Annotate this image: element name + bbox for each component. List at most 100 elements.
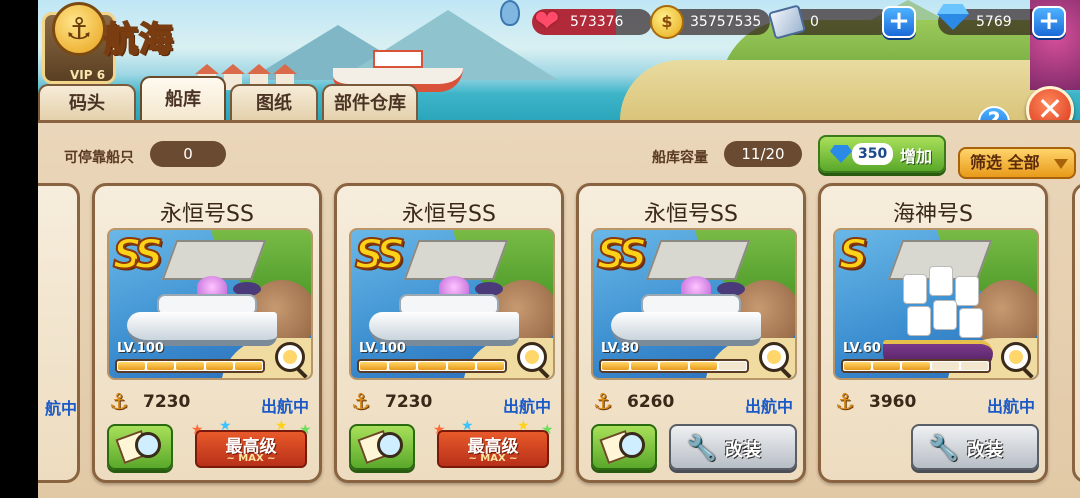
anchor-icon: ⚓ <box>835 390 855 415</box>
level-segment <box>176 362 204 370</box>
expand-label: 增加 <box>900 147 933 166</box>
balloon-icon <box>500 0 520 26</box>
level-segment <box>902 362 930 370</box>
capacity-value: 11/20 <box>724 141 802 167</box>
rank-badge: S <box>838 231 869 279</box>
add-gems-button[interactable]: + <box>1032 6 1066 38</box>
anchor-icon: ⚓ <box>351 390 371 415</box>
yacht-illustration <box>611 276 761 346</box>
ship-level: LV.100 <box>359 341 406 356</box>
filter-dropdown[interactable]: 筛选 全部 <box>958 147 1076 179</box>
ship-status: 出航中 <box>260 397 309 416</box>
ship-image: SS LV.100 <box>107 228 313 380</box>
ship-card-partial-left[interactable]: 航中 <box>38 183 80 483</box>
ship-power: 7230 <box>385 392 433 412</box>
level-segment <box>418 362 446 370</box>
add-tickets-button[interactable]: + <box>882 6 916 38</box>
level-segment <box>602 362 630 370</box>
ship-card[interactable]: 永恒号SS SS LV.80 ⚓ 6260 出航中 🔧 改装 <box>576 183 806 483</box>
level-segment <box>234 362 263 370</box>
tab-shipyard[interactable]: 船库 <box>140 76 226 122</box>
anchor-icon: ⚓ <box>109 390 129 415</box>
dockable-label: 可停靠船只 <box>64 150 134 166</box>
modify-button[interactable]: 🔧 改装 <box>911 424 1039 470</box>
hearts-counter: ❤ 573376 <box>532 7 652 37</box>
page-logo: ⚓ 航海 VIP 6 <box>38 2 198 84</box>
yacht-illustration <box>127 276 277 346</box>
anchor-icon: ⚓ <box>593 390 613 415</box>
ship-name: 永恒号SS <box>402 202 496 227</box>
max-level-badge: ★★★★ 最高级 ~ MAX ~ <box>431 418 555 476</box>
gems-value: 5769 <box>976 14 1012 30</box>
stat-row: ⚓ 7230 出航中 <box>351 390 551 416</box>
view-blueprint-button[interactable] <box>107 424 173 470</box>
level-segment <box>118 362 146 370</box>
magnifier-icon <box>135 432 161 458</box>
zoom-icon[interactable] <box>517 342 547 372</box>
coins-counter: $ 35757535 <box>650 5 770 39</box>
ship-card[interactable]: 海神号S S LV.60 ⚓ 3960 出航中 🔧 改装 <box>818 183 1048 483</box>
ship-image: SS LV.80 <box>591 228 797 380</box>
zoom-icon[interactable] <box>1001 342 1031 372</box>
level-segment <box>360 362 388 370</box>
level-segment <box>147 362 175 370</box>
zoom-icon[interactable] <box>275 342 305 372</box>
tab-dock[interactable]: 码头 <box>38 84 136 122</box>
gem-icon <box>830 145 852 163</box>
dockable-value: 0 <box>150 141 226 167</box>
view-blueprint-button[interactable] <box>591 424 657 470</box>
ship-power: 7230 <box>143 392 191 412</box>
level-segment <box>389 362 417 370</box>
modify-button[interactable]: 🔧 改装 <box>669 424 797 470</box>
ship-status: 航中 <box>45 399 78 418</box>
ship-status: 出航中 <box>986 397 1035 416</box>
capacity-label: 船库容量 <box>652 150 708 166</box>
ship-status: 出航中 <box>744 397 793 416</box>
ship-card[interactable]: 永恒号SS SS LV.100 ⚓ 7230 出航中 ★★★★ 最高级 ~ MA… <box>334 183 564 483</box>
level-progress <box>357 359 507 373</box>
stat-row: ⚓ 6260 出航中 <box>593 390 793 416</box>
rank-badge: SS <box>354 231 406 279</box>
level-segment <box>205 362 233 370</box>
tab-bar: 码头 图纸 部件仓库 船库 <box>38 76 458 122</box>
wrench-icon: 🔧 <box>687 434 717 462</box>
ship-card[interactable]: 永恒号SS SS LV.100 ⚓ 7230 出航中 ★★★★ 最高级 ~ MA… <box>92 183 322 483</box>
level-segment <box>844 362 872 370</box>
galleon-illustration <box>883 264 993 374</box>
wrench-icon: 🔧 <box>929 434 959 462</box>
tab-blueprints[interactable]: 图纸 <box>230 84 318 122</box>
max-sub-text: ~ MAX ~ <box>226 453 276 464</box>
tickets-counter: 0 <box>767 4 892 40</box>
ship-image: S LV.60 <box>833 228 1039 380</box>
level-progress <box>115 359 265 373</box>
filter-label: 筛选 全部 <box>970 153 1040 172</box>
coins-value: 35757535 <box>690 14 762 30</box>
ship-name: 永恒号SS <box>644 202 738 227</box>
ship-level: LV.60 <box>843 341 881 356</box>
max-sub-text: ~ MAX ~ <box>468 453 518 464</box>
coin-icon: $ <box>646 1 688 43</box>
ship-level: LV.100 <box>117 341 164 356</box>
max-level-badge: ★★★★ 最高级 ~ MAX ~ <box>189 418 313 476</box>
zoom-icon[interactable] <box>759 342 789 372</box>
modify-label: 改装 <box>967 440 1003 461</box>
level-segment <box>873 362 901 370</box>
ship-card-partial-right[interactable] <box>1072 183 1080 483</box>
page-title: 航海 <box>103 19 174 61</box>
view-blueprint-button[interactable] <box>349 424 415 470</box>
level-segment <box>631 362 659 370</box>
gem-icon <box>932 1 974 43</box>
level-segment <box>476 362 505 370</box>
expand-cost: 350 <box>852 143 894 165</box>
expand-capacity-button[interactable]: 350 增加 <box>818 135 946 173</box>
magnifier-icon <box>619 432 645 458</box>
tickets-value: 0 <box>810 14 819 30</box>
anchor-emblem-icon: ⚓ <box>52 2 106 56</box>
rank-badge: SS <box>112 231 164 279</box>
level-segment <box>931 362 959 370</box>
ship-power: 6260 <box>627 392 675 412</box>
ship-image: SS LV.100 <box>349 228 555 380</box>
ship-status: 出航中 <box>502 397 551 416</box>
tab-parts-warehouse[interactable]: 部件仓库 <box>322 84 418 122</box>
rank-badge: SS <box>596 231 648 279</box>
